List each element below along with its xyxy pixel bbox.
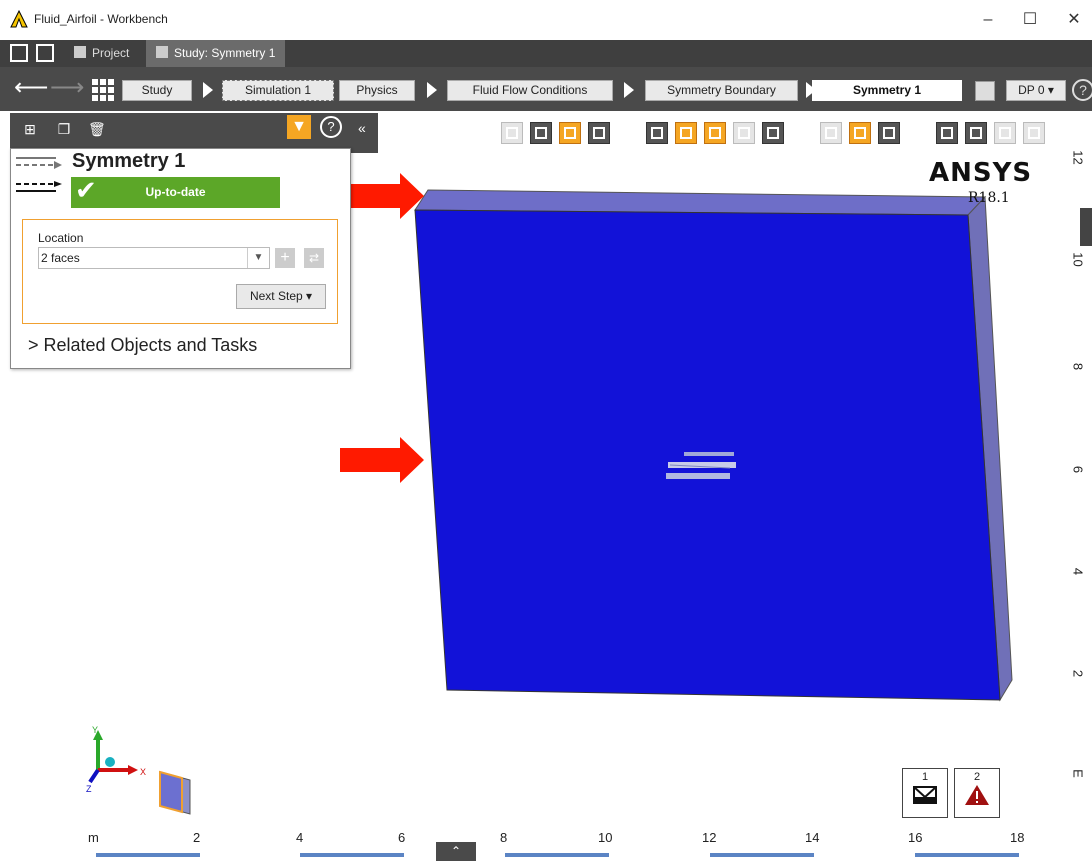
- related-objects-toggle[interactable]: > Related Objects and Tasks: [28, 335, 257, 356]
- red-arrow-top: [340, 173, 424, 219]
- boundary-type-icon: [16, 181, 62, 192]
- ruler-tick: 14: [805, 830, 820, 845]
- bottom-panel-toggle[interactable]: ⌃: [436, 842, 476, 861]
- ruler-segment: [710, 853, 814, 857]
- right-panel-toggle[interactable]: [1080, 208, 1092, 246]
- panel-title: Symmetry 1: [72, 150, 186, 172]
- ruler-unit: m: [88, 830, 99, 845]
- ruler-tick: 16: [908, 830, 923, 845]
- ruler-tick: 2: [193, 830, 201, 845]
- ruler-tick: 12: [1070, 150, 1086, 165]
- svg-text:X: X: [140, 767, 146, 777]
- chevron-down-icon[interactable]: ▼: [247, 248, 269, 268]
- ruler-tick: 6: [398, 830, 406, 845]
- location-select[interactable]: 2 faces: [38, 247, 270, 269]
- add-location-icon[interactable]: +: [275, 248, 295, 268]
- ruler-tick: 2: [1070, 669, 1086, 678]
- ruler-segment: [915, 853, 1019, 857]
- ruler-segment: [505, 853, 609, 857]
- axis-triad: Y X Z: [86, 725, 146, 794]
- ruler-tick: 4: [296, 830, 304, 845]
- ruler-tick: 8: [500, 830, 508, 845]
- envelope-icon: [913, 786, 937, 804]
- ruler-segment: [300, 853, 404, 857]
- status-text: Up-to-date: [145, 185, 206, 199]
- ruler-segment: [96, 853, 200, 857]
- ruler-tick: 18: [1010, 830, 1025, 845]
- ruler-tick: 10: [598, 830, 613, 845]
- ruler-tick: 4: [1070, 567, 1086, 576]
- ruler-tick: 8: [1070, 362, 1086, 371]
- ruler-tick: 6: [1070, 465, 1086, 474]
- swap-location-icon[interactable]: ⇄: [304, 248, 324, 268]
- warnings-button[interactable]: 2: [954, 768, 1000, 818]
- ruler-unit: E: [1070, 769, 1086, 778]
- messages-button[interactable]: 1: [902, 768, 948, 818]
- ruler-tick: 10: [1070, 252, 1086, 267]
- location-label: Location: [38, 231, 84, 245]
- plane-preview-icon: [159, 770, 191, 815]
- ruler-tick: 12: [702, 830, 717, 845]
- warning-icon: [965, 785, 989, 805]
- ansys-version: R18.1: [968, 190, 1010, 206]
- red-arrow-middle: [340, 437, 424, 483]
- viewport-canvas[interactable]: Y X Z: [0, 0, 1092, 861]
- svg-text:Y: Y: [92, 725, 98, 735]
- next-step-button[interactable]: Next Step ▾: [236, 284, 326, 309]
- svg-text:Z: Z: [86, 784, 92, 794]
- ansys-logo: ANSYS: [929, 158, 1033, 188]
- symmetry-icon: [16, 157, 62, 169]
